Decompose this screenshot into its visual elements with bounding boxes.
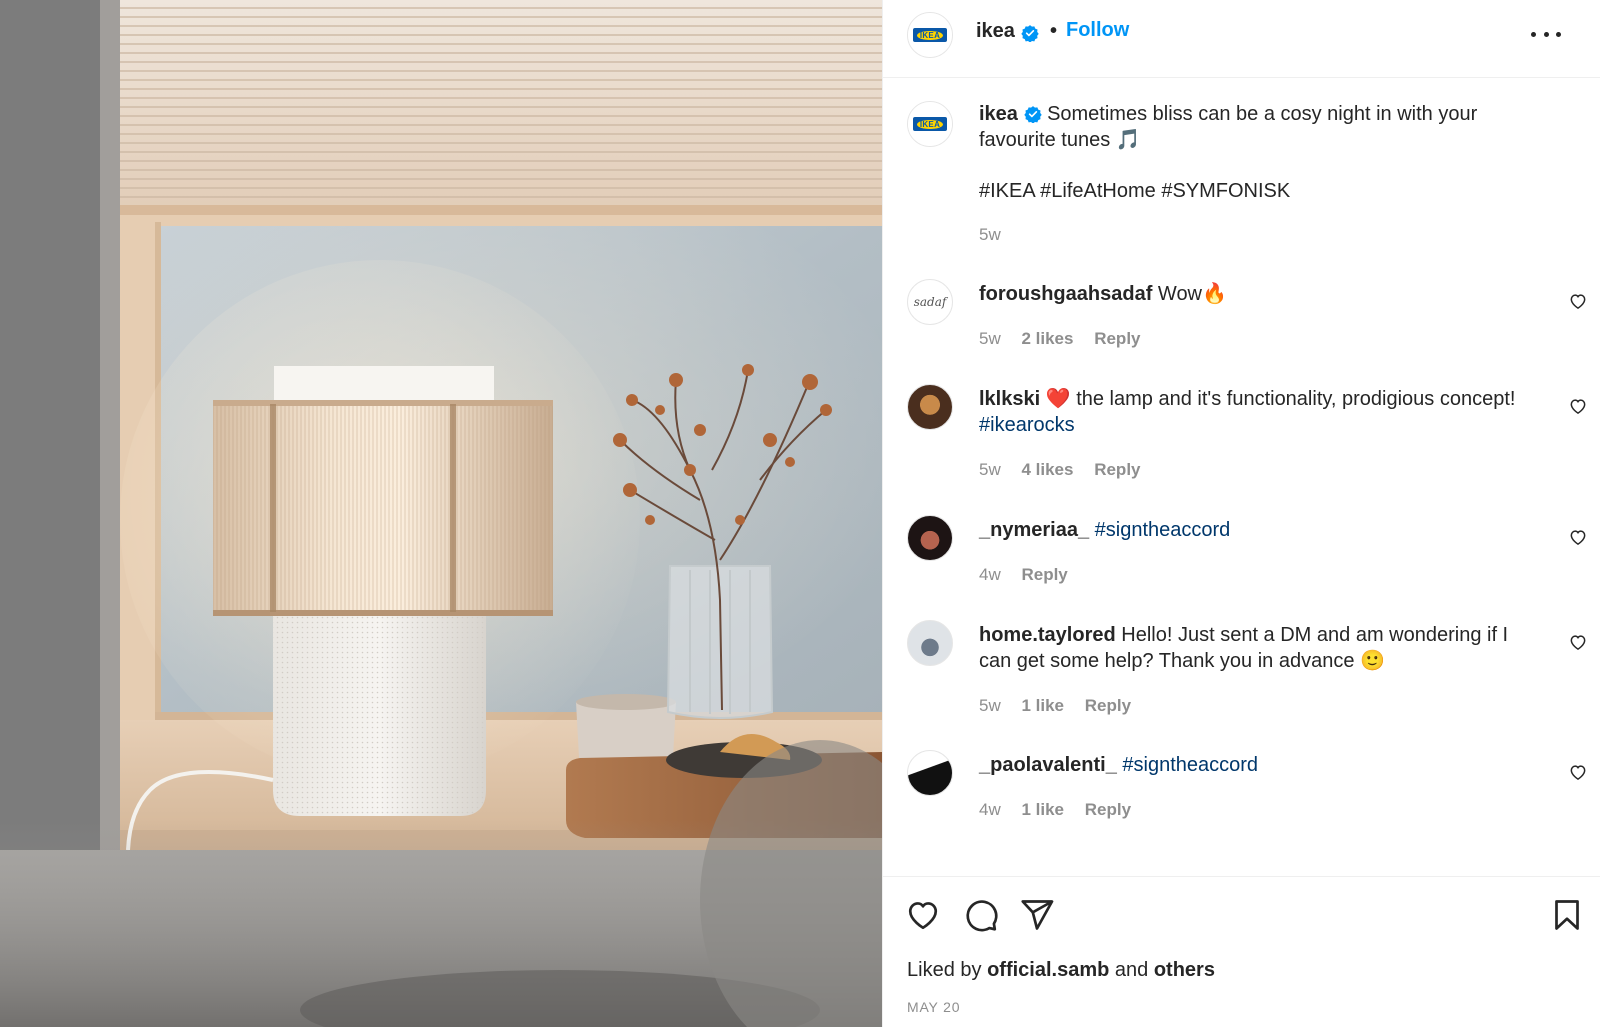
- post-date[interactable]: MAY 20: [907, 999, 960, 1015]
- likes-summary: Liked by official.samb and others: [907, 959, 1215, 982]
- comment-likes[interactable]: 4 likes: [1021, 460, 1073, 479]
- comment-time: 4w: [979, 800, 1001, 819]
- comment-item: home.taylored Hello! Just sent a DM and …: [883, 620, 1600, 750]
- comment-meta: 4w 1 like Reply: [979, 800, 1147, 820]
- comment-hashtag[interactable]: #signtheaccord: [1095, 519, 1231, 541]
- comment-text: foroushgaahsadaf Wow🔥: [979, 281, 1539, 307]
- verified-badge-icon: [1023, 106, 1042, 123]
- profile-avatar[interactable]: IKEA: [907, 12, 953, 58]
- caption-timestamp: 5w: [979, 225, 1001, 244]
- header-username[interactable]: ikea: [976, 20, 1015, 43]
- reply-button[interactable]: Reply: [1094, 460, 1140, 479]
- post-image[interactable]: [0, 0, 882, 1027]
- comment-text: _nymeriaa_ #signtheaccord: [979, 517, 1539, 543]
- comment-meta: 5w 4 likes Reply: [979, 460, 1157, 480]
- comment-item: _paolavalenti_ #signtheaccord 4w 1 like …: [883, 750, 1600, 850]
- heart-icon[interactable]: [905, 897, 941, 933]
- heart-icon[interactable]: [1568, 396, 1588, 416]
- comment-avatar[interactable]: [907, 384, 953, 430]
- heart-icon[interactable]: [1568, 762, 1588, 782]
- caption-avatar[interactable]: IKEA: [907, 101, 953, 147]
- liked-others-link[interactable]: others: [1154, 959, 1215, 981]
- post-actions: Liked by official.samb and others MAY 20: [883, 876, 1600, 1027]
- comment-meta: 5w 1 like Reply: [979, 696, 1147, 716]
- verified-badge-icon: [1021, 25, 1039, 42]
- heart-icon[interactable]: [1568, 527, 1588, 547]
- comment-username[interactable]: _nymeriaa_: [979, 519, 1089, 541]
- caption-hashtags[interactable]: #IKEA #LifeAtHome #SYMFONISK: [979, 178, 1539, 204]
- comment-hashtag[interactable]: #ikearocks: [979, 414, 1075, 436]
- reply-button[interactable]: Reply: [1085, 800, 1131, 819]
- comment-avatar[interactable]: [907, 515, 953, 561]
- liked-and-label: and: [1114, 959, 1149, 981]
- comment-avatar[interactable]: sadaf: [907, 279, 953, 325]
- ikea-logo: IKEA: [908, 102, 952, 146]
- comments-list[interactable]: IKEA ikea Sometimes bliss can be a cosy …: [883, 79, 1600, 875]
- send-icon[interactable]: [1019, 897, 1055, 933]
- bookmark-icon[interactable]: [1549, 897, 1585, 933]
- comment-item: _nymeriaa_ #signtheaccord 4w Reply: [883, 515, 1600, 615]
- comment-body: ❤️ the lamp and it's functionality, prod…: [1045, 388, 1516, 410]
- ikea-logo: IKEA: [908, 13, 952, 57]
- caption-username[interactable]: ikea: [979, 103, 1018, 125]
- comment-item: sadaf foroushgaahsadaf Wow🔥 5w 2 likes R…: [883, 279, 1600, 389]
- comment-meta: 5w 2 likes Reply: [979, 329, 1157, 349]
- comment-likes[interactable]: 1 like: [1021, 696, 1064, 715]
- post-sidebar: IKEA ikea • Follow IKEA ikea Sometimes b…: [882, 0, 1600, 1027]
- caption-time: 5w: [979, 225, 1017, 245]
- comment-text: lklkski ❤️ the lamp and it's functionali…: [979, 386, 1539, 438]
- comment-likes[interactable]: 1 like: [1021, 800, 1064, 819]
- liked-by-label: Liked by: [907, 959, 982, 981]
- separator-dot: •: [1050, 20, 1058, 42]
- more-options-icon[interactable]: [1531, 24, 1561, 44]
- comment-avatar[interactable]: [907, 750, 953, 796]
- comment-text: _paolavalenti_ #signtheaccord: [979, 752, 1539, 778]
- avatar-logo-text: sadaf: [913, 295, 947, 309]
- caption-text: ikea Sometimes bliss can be a cosy night…: [979, 101, 1539, 153]
- comment-time: 5w: [979, 329, 1001, 348]
- comment-text: home.taylored Hello! Just sent a DM and …: [979, 622, 1539, 674]
- comment-username[interactable]: home.taylored: [979, 624, 1116, 646]
- heart-icon[interactable]: [1568, 291, 1588, 311]
- comment-hashtag[interactable]: #signtheaccord: [1122, 754, 1258, 776]
- post-header: IKEA ikea • Follow: [883, 0, 1600, 78]
- follow-button[interactable]: Follow: [1066, 19, 1129, 42]
- reply-button[interactable]: Reply: [1021, 565, 1067, 584]
- post-caption: IKEA ikea Sometimes bliss can be a cosy …: [883, 101, 1600, 271]
- caption-body: Sometimes bliss can be a cosy night in w…: [979, 103, 1478, 151]
- comment-time: 5w: [979, 460, 1001, 479]
- comment-username[interactable]: _paolavalenti_: [979, 754, 1117, 776]
- comment-time: 4w: [979, 565, 1001, 584]
- heart-icon[interactable]: [1568, 632, 1588, 652]
- comment-icon[interactable]: [963, 897, 999, 933]
- comment-body: Wow🔥: [1157, 283, 1227, 305]
- comment-item: lklkski ❤️ the lamp and it's functionali…: [883, 384, 1600, 514]
- comment-time: 5w: [979, 696, 1001, 715]
- comment-meta: 4w Reply: [979, 565, 1084, 585]
- comment-likes[interactable]: 2 likes: [1021, 329, 1073, 348]
- comment-username[interactable]: lklkski: [979, 388, 1040, 410]
- reply-button[interactable]: Reply: [1094, 329, 1140, 348]
- liked-user-link[interactable]: official.samb: [987, 959, 1109, 981]
- reply-button[interactable]: Reply: [1085, 696, 1131, 715]
- comment-avatar[interactable]: [907, 620, 953, 666]
- comment-username[interactable]: foroushgaahsadaf: [979, 283, 1152, 305]
